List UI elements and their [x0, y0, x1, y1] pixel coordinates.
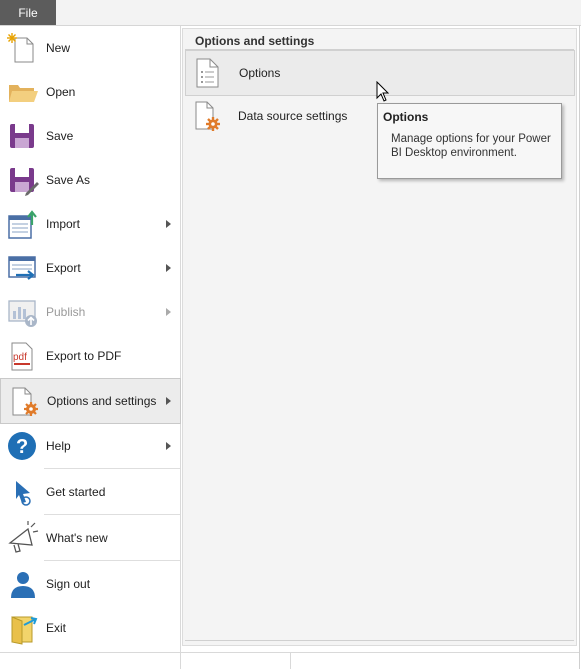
options-list-icon [194, 58, 222, 88]
menu-item-label: Open [46, 85, 76, 99]
submenu-arrow-icon [166, 220, 171, 228]
menu-item-get-started[interactable]: Get started [0, 470, 180, 514]
status-divider [180, 653, 181, 669]
tooltip: Options Manage options for your Power BI… [377, 103, 562, 179]
menu-item-help[interactable]: ? Help [0, 424, 180, 468]
submenu-arrow-icon [166, 397, 171, 405]
menu-item-save[interactable]: Save [0, 114, 180, 158]
save-icon [6, 119, 40, 153]
menu-item-open[interactable]: Open [0, 70, 180, 114]
menu-item-label: Import [46, 217, 81, 231]
menu-item-label: Options and settings [47, 394, 157, 408]
menu-item-new[interactable]: New [0, 26, 180, 70]
menu-item-label: Save As [46, 173, 91, 187]
megaphone-icon [6, 521, 40, 555]
menu-item-label: Sign out [46, 577, 91, 591]
submenu-item-label: Data source settings [238, 109, 348, 123]
panel-bottom-divider [185, 640, 574, 641]
menu-item-import[interactable]: Import [0, 202, 180, 246]
menu-item-export[interactable]: Export [0, 246, 180, 290]
status-divider [290, 653, 291, 669]
menu-divider [44, 468, 180, 469]
menu-item-save-as[interactable]: Save As [0, 158, 180, 202]
panel-title: Options and settings [195, 34, 315, 48]
menu-item-label: Exit [46, 621, 67, 635]
svg-text:pdf: pdf [13, 352, 27, 363]
submenu-arrow-icon [166, 308, 171, 316]
submenu-arrow-icon [166, 264, 171, 272]
status-strip [0, 652, 579, 669]
new-document-icon [6, 31, 40, 65]
menu-item-label: Publish [46, 305, 86, 319]
top-bar: File [0, 0, 581, 26]
menu-divider [44, 514, 180, 515]
mouse-cursor-icon [376, 81, 390, 102]
menu-item-label: What's new [46, 531, 108, 545]
menu-item-options-settings[interactable]: Options and settings [0, 378, 181, 424]
menu-item-label: Get started [46, 485, 106, 499]
file-tab[interactable]: File [0, 0, 56, 25]
menu-item-label: Export [46, 261, 81, 275]
menu-item-label: Export to PDF [46, 349, 122, 363]
menu-item-label: New [46, 41, 71, 55]
menu-item-publish[interactable]: Publish [0, 290, 180, 334]
user-icon [6, 567, 40, 601]
submenu-arrow-icon [166, 442, 171, 450]
svg-text:?: ? [16, 436, 28, 458]
menu-item-label: Help [46, 439, 71, 453]
export-icon [6, 251, 40, 285]
submenu-item-label: Options [239, 66, 281, 80]
get-started-icon [6, 475, 40, 509]
help-icon: ? [6, 429, 40, 463]
publish-icon [6, 295, 40, 329]
folder-open-icon [6, 75, 40, 109]
menu-item-label: Save [46, 129, 74, 143]
tooltip-title: Options [383, 110, 429, 124]
menu-item-exit[interactable]: Exit [0, 606, 180, 650]
menu-divider [44, 560, 180, 561]
import-icon [6, 207, 40, 241]
options-settings-icon [7, 384, 41, 418]
file-menu: New Open Save Save As Import Export Publ… [0, 26, 181, 652]
menu-item-sign-out[interactable]: Sign out [0, 562, 180, 606]
menu-item-export-pdf[interactable]: pdf Export to PDF [0, 334, 180, 378]
pdf-icon: pdf [6, 339, 40, 373]
save-as-icon [6, 163, 40, 197]
tooltip-body: Manage options for your Power BI Desktop… [391, 133, 551, 159]
data-source-settings-icon [193, 101, 221, 131]
exit-icon [6, 611, 40, 645]
menu-item-whats-new[interactable]: What's new [0, 516, 180, 560]
